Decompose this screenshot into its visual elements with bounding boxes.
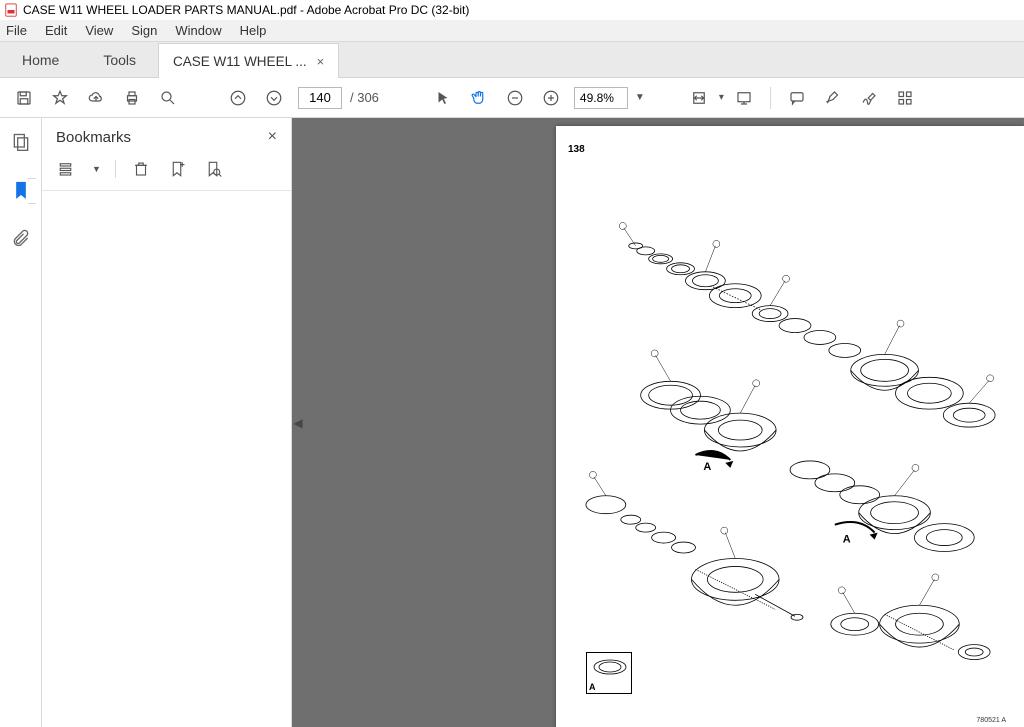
tab-home[interactable]: Home [0,42,81,77]
comment-icon[interactable] [781,82,813,114]
bookmarks-close-icon[interactable]: × [268,128,277,146]
detail-inset: A [586,652,632,694]
cloud-share-icon[interactable] [80,82,112,114]
page-total: / 306 [350,90,379,105]
selection-arrow-icon[interactable] [427,82,459,114]
page-reference: 780521 A [976,717,1006,724]
bookmarks-delete-icon[interactable] [130,158,152,180]
zoom-dropdown-icon[interactable]: ▼ [635,92,645,103]
more-tools-icon[interactable] [889,82,921,114]
page-number-label: 138 [568,144,1012,155]
fit-width-icon[interactable] [683,82,715,114]
menu-window[interactable]: Window [175,23,221,38]
tab-close-icon[interactable]: × [317,54,325,69]
detail-inset-icon [589,655,631,683]
menu-view[interactable]: View [85,23,113,38]
bookmarks-options-caret-icon[interactable]: ▼ [92,164,101,174]
fit-dropdown-icon[interactable]: ▾ [719,92,724,103]
search-icon[interactable] [152,82,184,114]
tab-document-label: CASE W11 WHEEL ... [173,54,307,69]
page-number-input[interactable] [298,87,342,109]
bookmarks-title: Bookmarks [56,129,131,146]
print-icon[interactable] [116,82,148,114]
window-title: CASE W11 WHEEL LOADER PARTS MANUAL.pdf -… [23,3,469,17]
sign-icon[interactable] [853,82,885,114]
page-up-icon[interactable] [222,82,254,114]
attachments-icon[interactable] [7,224,35,252]
document-viewer[interactable]: ◀ 138 780521 A [292,118,1024,727]
navigation-rail [0,118,42,727]
window-titlebar: CASE W11 WHEEL LOADER PARTS MANUAL.pdf -… [0,0,1024,20]
bookmarks-toolbar: ▼ [42,154,291,191]
toolbar-separator [770,87,771,109]
main-area: Bookmarks × ▼ ◀ 138 780521 A [0,118,1024,727]
detail-label: A [589,682,596,692]
bookmarks-options-icon[interactable] [56,158,78,180]
tab-tools[interactable]: Tools [81,42,158,77]
page-down-icon[interactable] [258,82,290,114]
bookmarks-add-icon[interactable] [166,158,188,180]
bookmarks-separator [115,160,116,178]
pdf-file-icon [4,3,18,17]
svg-text:A: A [843,534,851,546]
read-mode-icon[interactable] [728,82,760,114]
zoom-out-icon[interactable] [499,82,531,114]
menu-help[interactable]: Help [240,23,267,38]
panel-collapse-icon[interactable]: ◀ [292,398,304,448]
main-toolbar: / 306 ▼ ▾ [0,78,1024,118]
menu-edit[interactable]: Edit [45,23,67,38]
zoom-in-icon[interactable] [535,82,567,114]
menu-sign[interactable]: Sign [131,23,157,38]
thumbnails-icon[interactable] [7,128,35,156]
bookmarks-panel: Bookmarks × ▼ [42,118,292,727]
tab-document[interactable]: CASE W11 WHEEL ... × [158,43,339,78]
zoom-input[interactable] [574,87,628,109]
menu-file[interactable]: File [6,23,27,38]
highlight-icon[interactable] [817,82,849,114]
exploded-diagram: A A [576,196,1014,694]
star-icon[interactable] [44,82,76,114]
bookmarks-icon[interactable] [7,176,35,204]
pdf-page: 138 780521 A [556,126,1024,727]
tabs-row: Home Tools CASE W11 WHEEL ... × [0,42,1024,78]
bookmarks-find-icon[interactable] [202,158,224,180]
menu-bar: File Edit View Sign Window Help [0,20,1024,42]
svg-text:A: A [703,461,711,473]
save-icon[interactable] [8,82,40,114]
hand-pan-icon[interactable] [463,82,495,114]
